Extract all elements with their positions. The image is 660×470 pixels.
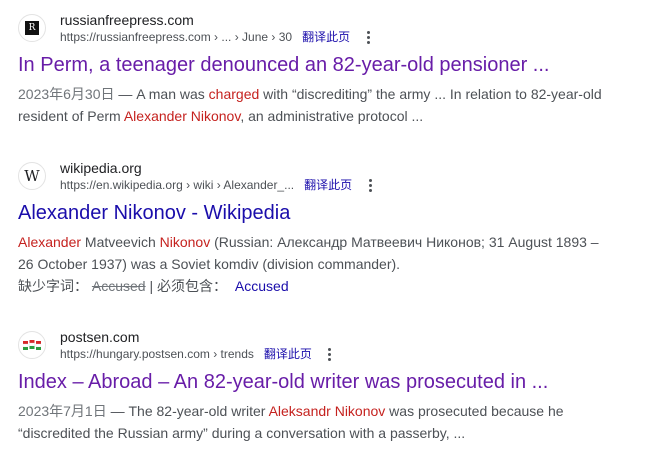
snippet-text: — A man was bbox=[114, 86, 209, 102]
result-url: https://hungary.postsen.com › trends bbox=[60, 347, 254, 361]
snippet-text: “discredited the Russian army” during a … bbox=[18, 425, 466, 441]
result-source[interactable]: postsen.com https://hungary.postsen.com … bbox=[18, 327, 648, 363]
search-result: R russianfreepress.com https://russianfr… bbox=[18, 10, 648, 127]
search-result: postsen.com https://hungary.postsen.com … bbox=[18, 327, 648, 444]
result-snippet: Alexander Matveevich Nikonov (Russian: А… bbox=[18, 231, 648, 275]
snippet-text: resident of Perm bbox=[18, 108, 124, 124]
missing-terms-label: 缺少字词： bbox=[18, 278, 88, 294]
snippet-highlight: Alexander Nikonov bbox=[123, 108, 241, 124]
snippet-highlight: Aleksandr Nikonov bbox=[268, 403, 386, 419]
snippet-text: 26 October 1937) was a Soviet komdiv (di… bbox=[18, 256, 401, 272]
wikipedia-glyph: W bbox=[24, 166, 40, 185]
translate-page-link[interactable]: 翻译此页 bbox=[304, 177, 352, 193]
result-snippet: 2023年6月30日 — A man was charged with “dis… bbox=[18, 83, 648, 127]
flags-graphic bbox=[23, 340, 41, 350]
site-name: wikipedia.org bbox=[60, 160, 142, 176]
snippet-date: 2023年7月1日 bbox=[18, 403, 107, 419]
result-source[interactable]: R russianfreepress.com https://russianfr… bbox=[18, 10, 648, 46]
translate-page-link[interactable]: 翻译此页 bbox=[264, 346, 312, 362]
result-title-link[interactable]: Index – Abroad – An 82-year-old writer w… bbox=[18, 369, 648, 395]
more-options-icon[interactable] bbox=[364, 177, 376, 193]
more-options-icon[interactable] bbox=[324, 346, 336, 362]
site-name: russianfreepress.com bbox=[60, 12, 194, 28]
snippet-date: 2023年6月30日 bbox=[18, 86, 115, 102]
snippet-text: (Russian: Александр Матвеевич Никонов; 3… bbox=[210, 234, 599, 250]
result-title-link[interactable]: Alexander Nikonov - Wikipedia bbox=[18, 200, 648, 226]
snippet-highlight: charged bbox=[208, 86, 260, 102]
snippet-text: — The 82-year-old writer bbox=[106, 403, 269, 419]
missing-term: Accused bbox=[91, 278, 146, 294]
snippet-highlight: Nikonov bbox=[159, 234, 211, 250]
more-options-icon[interactable] bbox=[362, 29, 374, 45]
snippet-highlight: Alexander bbox=[18, 234, 82, 250]
search-result: W wikipedia.org https://en.wikipedia.org… bbox=[18, 158, 648, 297]
wikipedia-w-icon: W bbox=[18, 162, 46, 190]
site-name: postsen.com bbox=[60, 329, 140, 345]
result-snippet: 2023年7月1日 — The 82-year-old writer Aleks… bbox=[18, 400, 648, 444]
result-title-link[interactable]: In Perm, a teenager denounced an 82-year… bbox=[18, 52, 648, 78]
snippet-text: , an administrative protocol ... bbox=[240, 108, 424, 124]
must-include-label: | 必须包含： bbox=[145, 278, 228, 294]
missing-terms-row: 缺少字词： Accused | 必须包含： Accused bbox=[18, 275, 648, 297]
snippet-text: Matveevich bbox=[81, 234, 160, 250]
snippet-text: was prosecuted because he bbox=[385, 403, 564, 419]
snippet-text: with “discrediting” the army ... In rela… bbox=[259, 86, 602, 102]
rfp-logo-glyph: R bbox=[25, 21, 39, 35]
result-url: https://en.wikipedia.org › wiki › Alexan… bbox=[60, 178, 295, 192]
result-url: https://russianfreepress.com › ... › Jun… bbox=[60, 30, 293, 44]
translate-page-link[interactable]: 翻译此页 bbox=[302, 29, 350, 45]
postsen-flags-icon bbox=[18, 331, 46, 359]
must-include-link[interactable]: Accused bbox=[235, 278, 289, 294]
result-source[interactable]: W wikipedia.org https://en.wikipedia.org… bbox=[18, 158, 648, 194]
rfp-logo-icon: R bbox=[18, 14, 46, 42]
